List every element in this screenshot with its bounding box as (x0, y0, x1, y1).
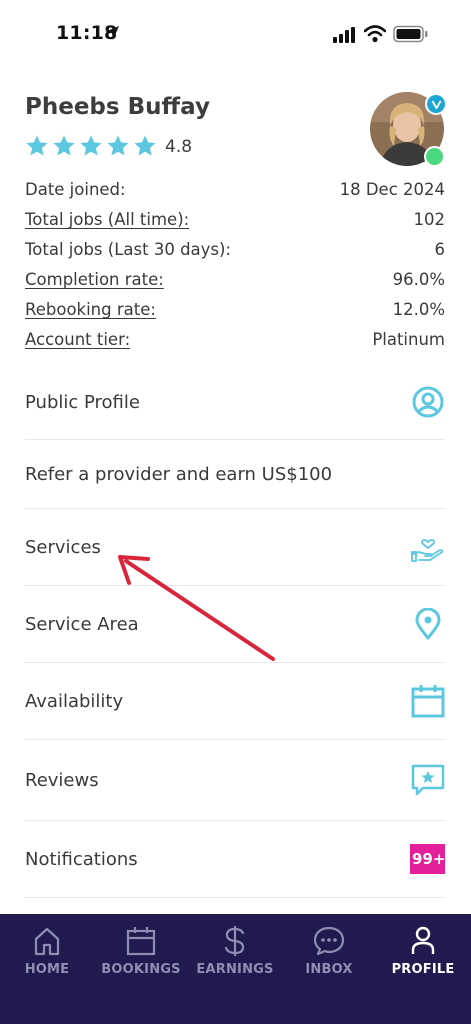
stat-label-link[interactable]: Completion rate: (25, 268, 164, 298)
stat-value: 102 (413, 210, 446, 229)
verified-check-icon (425, 93, 447, 115)
stat-value: 18 Dec 2024 (339, 180, 445, 199)
menu-item-label: Reviews (25, 769, 99, 791)
star-rating (25, 134, 157, 158)
battery-icon (393, 25, 428, 43)
tab-label: BOOKINGS (101, 962, 181, 977)
menu-item-notifications[interactable]: Notifications 99+ (25, 821, 445, 898)
stat-label-link[interactable]: Account tier: (25, 328, 130, 358)
annotation-arrow-icon (118, 555, 275, 661)
tab-label: INBOX (305, 962, 353, 977)
stat-row-account-tier: Account tier: Platinum (25, 328, 445, 358)
menu-item-label: Notifications (25, 848, 138, 870)
tab-label: EARNINGS (196, 962, 274, 977)
tab-bookings[interactable]: BOOKINGS (94, 924, 188, 977)
bottom-tab-bar: HOME BOOKINGS EARNINGS INBOX PROFILE (0, 914, 471, 1024)
home-icon (0, 924, 94, 958)
chat-icon (282, 924, 376, 958)
provider-name: Pheebs Buffay (25, 94, 210, 120)
stat-label-link[interactable]: Rebooking rate: (25, 298, 156, 328)
stat-label: Total jobs (Last 30 days): (25, 240, 232, 259)
stat-value: 6 (434, 240, 446, 259)
tab-home[interactable]: HOME (0, 924, 94, 977)
tab-inbox[interactable]: INBOX (282, 924, 376, 977)
location-arrow-icon (105, 26, 119, 40)
dollar-icon (188, 924, 282, 958)
stat-value: 12.0% (392, 300, 445, 319)
star-icon (26, 135, 48, 156)
stat-label: Date joined: (25, 180, 126, 199)
stat-row-completion-rate: Completion rate: 96.0% (25, 268, 445, 298)
tab-label: HOME (24, 962, 70, 977)
menu-item-label: Services (25, 536, 101, 558)
stat-row-rebooking-rate: Rebooking rate: 12.0% (25, 298, 445, 328)
tab-profile[interactable]: PROFILE (376, 924, 470, 977)
user-circle-icon (411, 385, 445, 419)
stat-value: Platinum (372, 330, 445, 349)
provider-stats: Date joined: 18 Dec 2024 Total jobs (All… (25, 178, 445, 358)
cellular-signal-icon (333, 27, 355, 43)
calendar-icon (94, 924, 188, 958)
star-icon (134, 135, 156, 156)
stat-row-total-jobs-30-days: Total jobs (Last 30 days): 6 (25, 238, 445, 268)
menu-item-refer-provider[interactable]: Refer a provider and earn US$100 (25, 440, 445, 509)
hand-heart-icon (411, 530, 445, 564)
stat-row-total-jobs-all-time: Total jobs (All time): 102 (25, 208, 445, 238)
location-pin-icon (411, 607, 445, 641)
menu-item-availability[interactable]: Availability (25, 663, 445, 740)
star-icon (80, 135, 102, 156)
tab-label: PROFILE (391, 962, 455, 977)
stat-value: 96.0% (392, 270, 445, 289)
menu-item-label: Availability (25, 690, 124, 712)
rating-value: 4.8 (165, 137, 193, 157)
calendar-icon (411, 684, 445, 718)
star-icon (107, 135, 129, 156)
menu-item-public-profile[interactable]: Public Profile (25, 365, 445, 440)
star-icon (53, 135, 75, 156)
menu-item-label: Refer a provider and earn US$100 (25, 463, 333, 485)
star-message-icon (411, 763, 445, 797)
online-status-dot (424, 146, 445, 167)
person-icon (376, 924, 470, 958)
wifi-icon (364, 25, 386, 43)
menu-item-reviews[interactable]: Reviews (25, 740, 445, 821)
tab-earnings[interactable]: EARNINGS (188, 924, 282, 977)
stat-row-date-joined: Date joined: 18 Dec 2024 (25, 178, 445, 208)
status-bar: 11:18 (0, 0, 471, 70)
notification-count-badge: 99+ (410, 844, 445, 874)
menu-item-label: Public Profile (25, 391, 140, 413)
stat-label-link[interactable]: Total jobs (All time): (25, 208, 189, 238)
